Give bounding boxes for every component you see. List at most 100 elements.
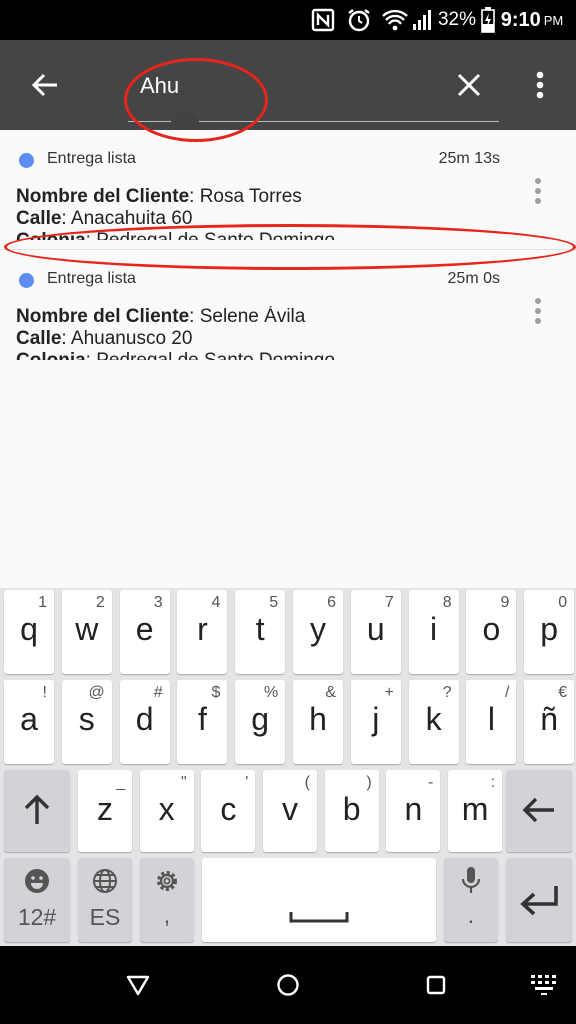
colonia-line: Colonia: Pedregal de Santo Domingo	[16, 350, 496, 360]
search-input[interactable]	[128, 66, 498, 106]
key-x[interactable]: " x	[139, 770, 194, 852]
space-key[interactable]	[202, 858, 436, 942]
alarm-icon	[344, 0, 374, 40]
order-details: Nombre del Cliente: Selene Ávila Calle: …	[16, 306, 496, 360]
clear-search-button[interactable]	[446, 62, 492, 108]
status-label: Entrega lista	[47, 150, 136, 167]
key-d[interactable]: # d	[119, 680, 170, 764]
street-label: Calle	[16, 328, 62, 349]
key-b[interactable]: ) b	[324, 770, 379, 852]
key-label: j	[372, 701, 380, 737]
status-label: Entrega lista	[47, 270, 136, 287]
key-label: b	[342, 791, 361, 827]
key-g[interactable]: % g	[235, 680, 286, 764]
nav-recents-button[interactable]	[406, 960, 466, 1010]
key-label: a	[20, 701, 38, 737]
key-ñ[interactable]: € ñ	[524, 680, 575, 764]
more-vert-icon	[535, 178, 541, 184]
key-e[interactable]: 3e	[119, 590, 170, 674]
key-label: n	[404, 791, 423, 827]
key-q[interactable]: 1q	[4, 590, 54, 674]
key-z[interactable]: _ z	[78, 770, 132, 852]
item-menu-button[interactable]	[526, 296, 550, 326]
key-label: g	[251, 701, 270, 737]
settings-comma-key[interactable]: ,	[140, 858, 194, 942]
key-y[interactable]: 6y	[293, 590, 343, 674]
key-label: w	[75, 611, 99, 647]
more-vert-icon	[536, 71, 544, 99]
key-label: k	[425, 701, 442, 737]
voice-period-key[interactable]: .	[444, 858, 498, 942]
symbols-key[interactable]: 12#	[4, 858, 70, 942]
colonia-label: Colonia	[16, 350, 86, 360]
order-list: Entrega lista 25m 13s Nombre del Cliente…	[0, 130, 576, 588]
key-label: f	[197, 701, 207, 737]
status-dot	[19, 273, 34, 288]
battery-charging-icon	[478, 0, 498, 40]
key-label: q	[20, 611, 38, 647]
overflow-menu-button[interactable]	[522, 62, 558, 108]
key-i[interactable]: 8i	[408, 590, 459, 674]
keyboard-hide-icon	[531, 975, 556, 995]
key-j[interactable]: + j	[350, 680, 401, 764]
phone-screen: 32% 9:10PM Entrega lista 25m 13s Nombre …	[0, 0, 576, 1024]
key-r[interactable]: 4r	[177, 590, 228, 674]
symbols-label: 12#	[17, 904, 57, 930]
item-menu-button[interactable]	[526, 176, 550, 206]
key-t[interactable]: 5t	[235, 590, 286, 674]
space-bar-icon	[289, 912, 349, 923]
hide-keyboard-button[interactable]	[514, 960, 574, 1010]
arrow-back-icon	[31, 73, 57, 97]
key-label: t	[255, 611, 265, 647]
clock-time: 9:10	[500, 8, 541, 31]
key-a[interactable]: ! a	[4, 680, 54, 764]
globe-icon	[93, 869, 117, 893]
nav-home-button[interactable]	[258, 960, 318, 1010]
key-l[interactable]: / l	[466, 680, 517, 764]
signal-icon	[410, 0, 436, 40]
status-dot	[19, 153, 34, 168]
key-n[interactable]: -n	[386, 770, 441, 852]
wifi-icon	[380, 0, 410, 40]
enter-key[interactable]	[506, 858, 572, 942]
gear-icon	[157, 871, 177, 891]
list-item[interactable]: Entrega lista 25m 13s Nombre del Cliente…	[0, 130, 576, 240]
key-v[interactable]: (v	[263, 770, 317, 852]
language-key[interactable]: ES	[78, 858, 132, 942]
comma-label: ,	[163, 902, 171, 928]
colonia-line: Colonia: Pedregal de Santo Domingo	[16, 230, 496, 240]
client-line: Nombre del Cliente: Rosa Torres	[16, 186, 496, 208]
key-f[interactable]: $ f	[177, 680, 228, 764]
key-label: r	[197, 611, 208, 647]
key-label: c	[220, 791, 237, 827]
key-c[interactable]: ' c	[201, 770, 256, 852]
key-label: m	[461, 791, 489, 827]
backspace-key[interactable]	[506, 770, 572, 852]
street-label: Calle	[16, 208, 62, 229]
language-label: ES	[89, 904, 121, 930]
key-w[interactable]: 2w	[61, 590, 112, 674]
key-u[interactable]: 7u	[350, 590, 401, 674]
key-h[interactable]: & h	[293, 680, 343, 764]
key-k[interactable]: ? k	[408, 680, 459, 764]
key-label: v	[282, 791, 298, 827]
microphone-icon	[461, 867, 481, 893]
enter-return-icon	[520, 886, 558, 916]
back-button[interactable]	[22, 62, 68, 108]
nav-back-button[interactable]	[108, 960, 168, 1010]
list-item[interactable]: Entrega lista 25m 0s Nombre del Cliente:…	[0, 250, 576, 360]
key-p[interactable]: 0p	[524, 590, 575, 674]
key-m[interactable]: :m	[448, 770, 503, 852]
order-details: Nombre del Cliente: Rosa Torres Calle: A…	[16, 186, 496, 240]
colonia-label: Colonia	[16, 230, 86, 240]
key-label: i	[430, 611, 438, 647]
key-s[interactable]: @ s	[61, 680, 112, 764]
street-line: Calle: Ahuanusco 20	[16, 328, 496, 350]
shift-key[interactable]	[4, 770, 70, 852]
search-toolbar	[0, 40, 576, 142]
client-label: Nombre del Cliente	[16, 306, 190, 327]
key-label: y	[310, 611, 326, 647]
key-label: x	[158, 791, 175, 827]
key-o[interactable]: 9o	[466, 590, 517, 674]
key-label: l	[487, 701, 495, 737]
